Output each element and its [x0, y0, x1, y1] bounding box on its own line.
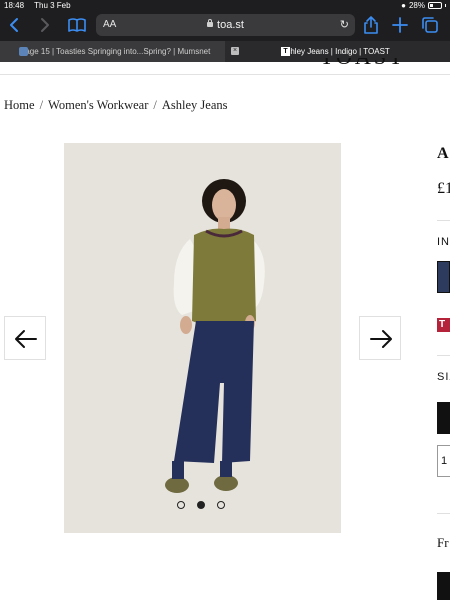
delivery-info: Fr: [437, 535, 449, 550]
product-title: A: [437, 145, 449, 162]
gallery-dot[interactable]: [217, 501, 225, 509]
add-to-bag-button[interactable]: [437, 572, 450, 600]
chevron-right-icon: [41, 18, 49, 32]
breadcrumb-womens-workwear[interactable]: Women's Workwear: [48, 98, 148, 112]
toast-favicon-icon: T: [281, 47, 290, 56]
battery-percent: 28%: [408, 1, 425, 10]
mumsnet-favicon-icon: [19, 47, 28, 56]
status-bar: 18:48 Thu 3 Feb ● 28%: [0, 0, 450, 11]
gallery-next-button[interactable]: [359, 316, 401, 360]
tabs-icon: [422, 17, 438, 33]
divider: [437, 513, 450, 514]
tabs-overview-button[interactable]: [419, 14, 441, 36]
gallery-prev-button[interactable]: [4, 316, 46, 360]
promo-badge: T: [437, 318, 450, 332]
tab-label: Ashley Jeans | Indigo | TOAST: [281, 47, 390, 56]
tab-mumsnet[interactable]: Page 15 | Toasties Springing into...Spri…: [0, 41, 225, 62]
arrow-left-icon: [15, 330, 37, 348]
plus-icon: [392, 17, 408, 33]
reader-button[interactable]: [66, 14, 88, 36]
breadcrumb: Home / Women's Workwear / Ashley Jeans: [4, 98, 228, 112]
status-date: Thu 3 Feb: [34, 1, 71, 10]
size-select[interactable]: 1: [437, 445, 450, 477]
colour-label: IN: [437, 236, 450, 248]
address-bar[interactable]: AA toa.st ↻: [96, 14, 355, 36]
size-option-button[interactable]: [437, 402, 450, 434]
browser-toolbar: AA toa.st ↻: [0, 11, 450, 39]
gallery-dot[interactable]: [177, 501, 185, 509]
forward-button[interactable]: [33, 14, 55, 36]
browser-chrome: 18:48 Thu 3 Feb ● 28% AA toa.st ↻ Page 1…: [0, 0, 450, 62]
arrow-right-icon: [370, 330, 392, 348]
wifi-icon: ●: [401, 1, 406, 10]
tab-label: Page 15 | Toasties Springing into...Spri…: [20, 47, 211, 56]
gallery-pagination: [177, 501, 225, 509]
url-text: toa.st: [217, 19, 244, 31]
close-tab-icon[interactable]: ×: [231, 47, 239, 55]
lock-icon: [207, 19, 214, 27]
colour-swatch-indigo[interactable]: [437, 261, 450, 293]
share-icon: [364, 16, 378, 34]
breadcrumb-home[interactable]: Home: [4, 98, 35, 112]
book-icon: [68, 18, 86, 32]
site-logo[interactable]: TOAST: [320, 58, 420, 66]
product-price: £1: [437, 180, 450, 197]
share-button[interactable]: [360, 14, 382, 36]
back-button[interactable]: [4, 14, 26, 36]
product-gallery[interactable]: [64, 143, 341, 533]
gallery-dot-active[interactable]: [197, 501, 205, 509]
header-divider: [0, 74, 450, 75]
new-tab-button[interactable]: [389, 14, 411, 36]
breadcrumb-current: Ashley Jeans: [161, 98, 228, 112]
chevron-left-icon: [10, 18, 18, 32]
product-image: [64, 143, 341, 533]
size-label: SIZ: [437, 371, 450, 383]
divider: [437, 220, 450, 221]
battery-icon: [428, 2, 442, 9]
status-time: 18:48: [4, 1, 25, 10]
reload-icon[interactable]: ↻: [340, 14, 349, 36]
divider: [437, 355, 450, 356]
